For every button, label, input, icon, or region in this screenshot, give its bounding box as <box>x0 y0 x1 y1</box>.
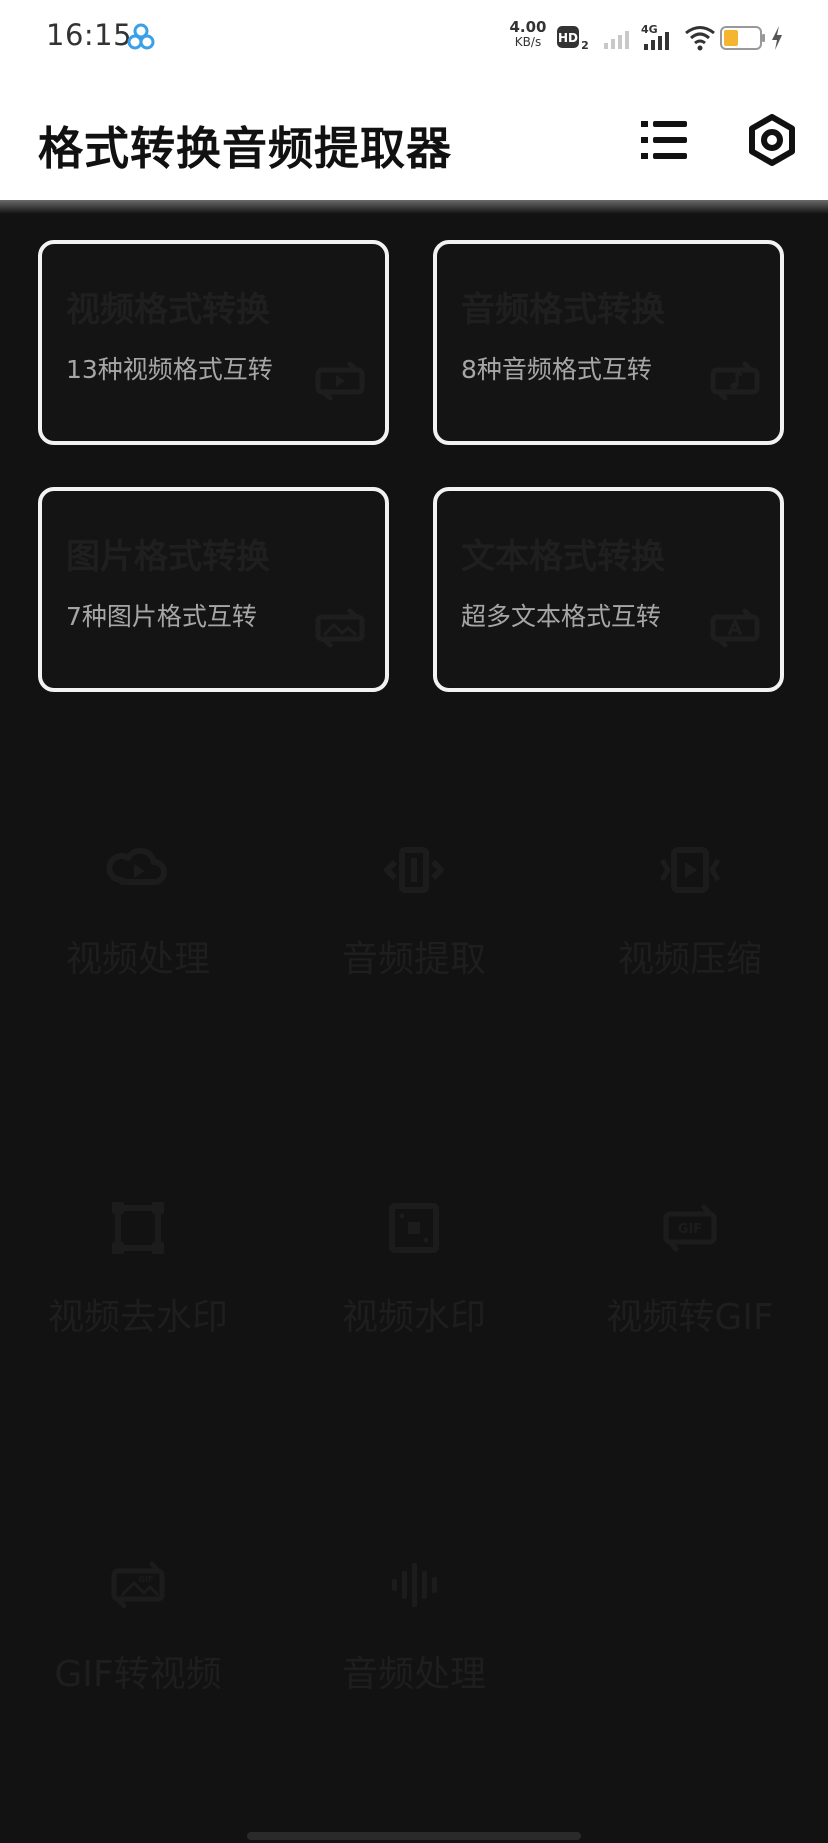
charging-icon <box>772 26 782 50</box>
video-process-icon <box>106 847 167 885</box>
hd-sub: 2 <box>581 39 589 52</box>
network-speed: 4.00 KB/s <box>508 20 548 50</box>
tool-label: 视频去水印 <box>47 1297 228 1338</box>
tool-label: 音频处理 <box>341 1654 486 1695</box>
hd-icon: HD 2 <box>557 26 589 52</box>
speed-value: 4.00 <box>509 18 547 36</box>
card-subtitle: 8种音频格式互转 <box>461 355 652 384</box>
card-title: 视频格式转换 <box>66 290 270 330</box>
tool-video-process[interactable]: 视频处理 <box>0 838 276 1038</box>
tool-video-compress[interactable]: 视频压缩 <box>552 838 828 1038</box>
app-header: 格式转换音频提取器 <box>0 76 828 204</box>
audio-extract-icon <box>384 847 444 893</box>
card-text-format[interactable]: 文本格式转换 超多文本格式互转 <box>433 487 784 692</box>
speed-unit: KB/s <box>514 35 542 49</box>
status-bar: 16:15 4.00 KB/s HD 2 4G <box>0 0 828 76</box>
video-to-gif-icon: GIF <box>663 1204 717 1252</box>
card-image-format[interactable]: 图片格式转换 7种图片格式互转 <box>38 487 389 692</box>
signal-weak-icon <box>604 31 629 49</box>
tool-remove-watermark[interactable]: 视频去水印 <box>0 1196 276 1396</box>
status-time: 16:15 <box>46 18 133 52</box>
card-subtitle: 13种视频格式互转 <box>66 355 273 384</box>
tool-video-to-gif[interactable]: GIF 视频转GIF <box>552 1196 828 1396</box>
list-icon <box>641 121 687 159</box>
svg-text:GIF: GIF <box>678 1222 702 1237</box>
tool-label: 音频提取 <box>341 939 486 980</box>
remove-watermark-icon <box>112 1202 164 1254</box>
settings-icon <box>749 114 795 166</box>
card-title: 图片格式转换 <box>66 537 270 577</box>
tool-gif-to-video[interactable]: GIF GIF转视频 <box>0 1553 276 1753</box>
gif-to-video-icon: GIF <box>111 1561 165 1609</box>
tool-add-watermark[interactable]: 视频水印 <box>276 1196 552 1396</box>
tool-audio-extract[interactable]: 音频提取 <box>276 838 552 1038</box>
image-convert-icon <box>315 608 365 648</box>
home-indicator[interactable] <box>247 1832 581 1840</box>
card-title: 音频格式转换 <box>461 290 665 330</box>
tool-label: 视频压缩 <box>617 939 762 980</box>
card-subtitle: 超多文本格式互转 <box>461 602 662 631</box>
page-title: 格式转换音频提取器 <box>38 122 453 175</box>
top-bar: 16:15 4.00 KB/s HD 2 4G 格式转换音频提取器 <box>0 0 828 204</box>
svg-text:GIF: GIF <box>138 1575 153 1584</box>
signal-4g-icon: 4G <box>641 23 669 50</box>
tool-label: 视频处理 <box>65 939 210 980</box>
wifi-icon <box>685 26 715 51</box>
video-convert-icon <box>315 361 365 401</box>
text-convert-icon <box>710 608 760 648</box>
menu-button[interactable] <box>634 110 694 170</box>
header-shadow <box>0 200 828 214</box>
app-badge-icon <box>127 23 155 50</box>
video-compress-icon <box>659 847 721 893</box>
card-subtitle: 7种图片格式互转 <box>66 602 257 631</box>
card-title: 文本格式转换 <box>461 537 665 577</box>
hd-label: HD <box>558 31 578 45</box>
settings-button[interactable] <box>742 110 802 170</box>
tool-label: 视频转GIF <box>606 1297 774 1338</box>
add-watermark-icon <box>389 1203 439 1253</box>
network-type: 4G <box>641 23 658 36</box>
audio-convert-icon <box>710 361 760 401</box>
tool-label: GIF转视频 <box>54 1654 222 1695</box>
tool-label: 视频水印 <box>341 1297 486 1338</box>
audio-process-icon <box>392 1563 437 1607</box>
tool-audio-process[interactable]: 音频处理 <box>276 1553 552 1753</box>
card-video-format[interactable]: 视频格式转换 13种视频格式互转 <box>38 240 389 445</box>
card-audio-format[interactable]: 音频格式转换 8种音频格式互转 <box>433 240 784 445</box>
battery-icon <box>720 26 765 50</box>
